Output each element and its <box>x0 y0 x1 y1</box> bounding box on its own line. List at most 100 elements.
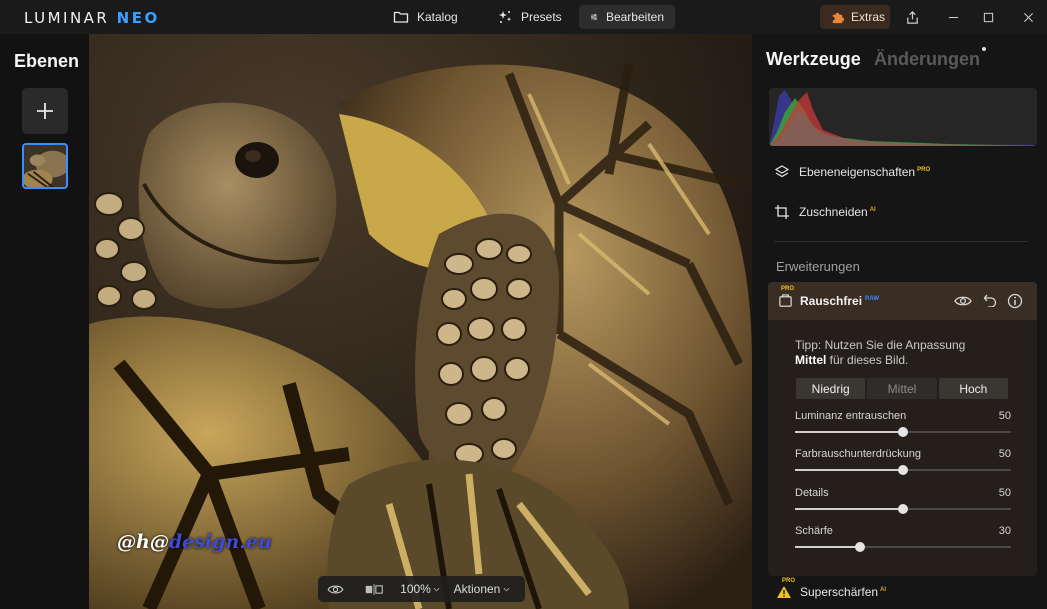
nav-katalog-button[interactable]: Katalog <box>382 5 469 29</box>
sparkle-icon <box>499 11 512 23</box>
nav-bearbeiten-button[interactable]: Bearbeiten <box>579 5 675 29</box>
slider-label: Details <box>795 487 829 499</box>
changes-indicator-dot <box>982 47 986 51</box>
layer-thumbnail[interactable] <box>22 143 68 189</box>
app-logo: LUMINAR NEO <box>24 9 160 27</box>
super-ai-badge: AI <box>880 587 887 593</box>
tortoise-photo <box>89 34 752 609</box>
recommendation-tip: Tipp: Nutzen Sie die Anpassung Mittel fü… <box>795 338 1025 368</box>
color-noise-slider[interactable]: Farbrauschunterdrückung 50 <box>795 448 1011 484</box>
slider-track[interactable] <box>795 427 1011 437</box>
slider-value: 50 <box>998 448 1011 460</box>
slider-label: Luminanz entrauschen <box>795 410 907 422</box>
luminance-denoise-slider[interactable]: Luminanz entrauschen 50 <box>795 410 1011 446</box>
super-sharpen-tool[interactable]: PRO Superschärfen AI <box>776 578 887 600</box>
slider-label: Farbrauschunterdrückung <box>795 448 921 460</box>
layers-panel: Ebenen <box>0 34 89 609</box>
watermark-text: @h@design.eu <box>117 531 272 553</box>
add-layer-button[interactable] <box>22 88 68 134</box>
slider-label: Schärfe <box>795 525 833 537</box>
extras-label: Extras <box>851 10 886 24</box>
extension-title: Rauschfrei RAW <box>800 294 879 308</box>
zoom-value: 100% <box>400 582 431 596</box>
image-canvas[interactable]: @h@design.eu <box>89 34 752 609</box>
watermark-part1: @h@ <box>117 531 169 553</box>
extension-icon <box>779 294 792 307</box>
tip-line1: Tipp: Nutzen Sie die Anpassung <box>795 338 966 352</box>
extensions-section-title: Erweiterungen <box>776 259 860 274</box>
crop-icon <box>775 205 789 219</box>
sliders-icon <box>590 13 597 21</box>
tools-panel: Werkzeuge Änderungen Ebeneneigenschaften… <box>752 34 1047 609</box>
layer-properties-tool[interactable]: Ebeneneigenschaften PRO <box>774 164 930 180</box>
layers-title: Ebenen <box>14 51 80 71</box>
ai-badge: AI <box>869 207 876 213</box>
actions-dropdown[interactable]: Aktionen <box>444 582 520 596</box>
nav-presets-label: Presets <box>521 10 562 24</box>
tab-tools[interactable]: Werkzeuge <box>766 49 861 70</box>
details-slider[interactable]: Details 50 <box>795 487 1011 523</box>
slider-handle[interactable] <box>898 504 908 514</box>
warning-triangle-icon <box>777 586 791 598</box>
raw-badge: RAW <box>865 296 880 302</box>
minimize-icon[interactable] <box>942 6 964 28</box>
slider-handle[interactable] <box>898 427 908 437</box>
preview-eye-icon[interactable] <box>318 584 352 595</box>
maximize-icon[interactable] <box>977 6 999 28</box>
slider-handle[interactable] <box>898 465 908 475</box>
slider-fill <box>795 469 903 471</box>
sharpness-slider[interactable]: Schärfe 30 <box>795 525 1011 561</box>
super-pro-badge: PRO <box>782 578 796 584</box>
close-icon[interactable] <box>1017 6 1039 28</box>
slider-value: 50 <box>998 487 1011 499</box>
slider-track[interactable] <box>795 465 1011 475</box>
title-bar: LUMINAR NEO Katalog Presets Bearbeiten E… <box>0 0 1047 34</box>
layer-properties-label: Ebeneneigenschaften <box>799 165 916 179</box>
mode-mittel-button[interactable]: Mittel <box>867 378 937 399</box>
watermark-part2: design.eu <box>168 531 272 553</box>
layers-icon <box>774 165 790 178</box>
tip-rest: für dieses Bild. <box>826 353 909 367</box>
nav-presets-button[interactable]: Presets <box>486 5 573 29</box>
nav-bearbeiten-label: Bearbeiten <box>605 10 664 24</box>
slider-handle[interactable] <box>854 542 865 552</box>
slider-fill <box>795 431 903 433</box>
strength-segmented-control: Niedrig Mittel Hoch <box>796 378 1008 399</box>
tab-changes[interactable]: Änderungen <box>874 49 980 70</box>
mode-hoch-button[interactable]: Hoch <box>938 378 1008 399</box>
zoom-dropdown[interactable]: 100% <box>396 582 444 596</box>
divider <box>774 241 1028 242</box>
slider-track[interactable] <box>795 504 1011 514</box>
slider-track[interactable] <box>795 542 1011 552</box>
canvas-toolbar: 100% Aktionen <box>318 576 525 602</box>
logo-accent: NEO <box>116 9 160 27</box>
pro-badge: PRO <box>917 167 931 173</box>
chevron-down-icon <box>433 587 440 591</box>
info-icon[interactable] <box>1007 293 1023 309</box>
reset-icon[interactable] <box>983 293 997 307</box>
crop-tool[interactable]: Zuschneiden AI <box>774 204 876 220</box>
slider-value: 30 <box>998 525 1011 537</box>
logo-main: LUMINAR <box>24 9 110 27</box>
noiseless-extension-card: PRO Rauschfrei RAW Tipp: Nutzen Sie die A… <box>768 282 1037 576</box>
slider-fill <box>795 508 903 510</box>
slider-fill <box>795 546 860 548</box>
nav-katalog-label: Katalog <box>417 10 458 24</box>
extension-name: Rauschfrei <box>800 294 863 308</box>
extension-header[interactable]: PRO Rauschfrei RAW <box>768 282 1037 320</box>
extension-pro-badge: PRO <box>781 286 795 292</box>
share-icon[interactable] <box>901 6 923 28</box>
crop-label: Zuschneiden <box>799 205 868 219</box>
visibility-eye-icon[interactable] <box>954 295 972 307</box>
plus-icon <box>37 103 53 119</box>
tip-recommended-mode: Mittel <box>795 353 827 367</box>
super-sharpen-label: Superschärfen <box>800 585 879 599</box>
compare-split-icon[interactable] <box>352 583 396 595</box>
slider-value: 50 <box>998 410 1011 422</box>
extras-button[interactable]: Extras <box>820 5 890 29</box>
histogram <box>769 88 1037 146</box>
mode-niedrig-button[interactable]: Niedrig <box>796 378 866 399</box>
puzzle-icon <box>832 12 845 23</box>
folder-icon <box>393 11 409 23</box>
layer-thumbnail-image <box>24 145 66 187</box>
